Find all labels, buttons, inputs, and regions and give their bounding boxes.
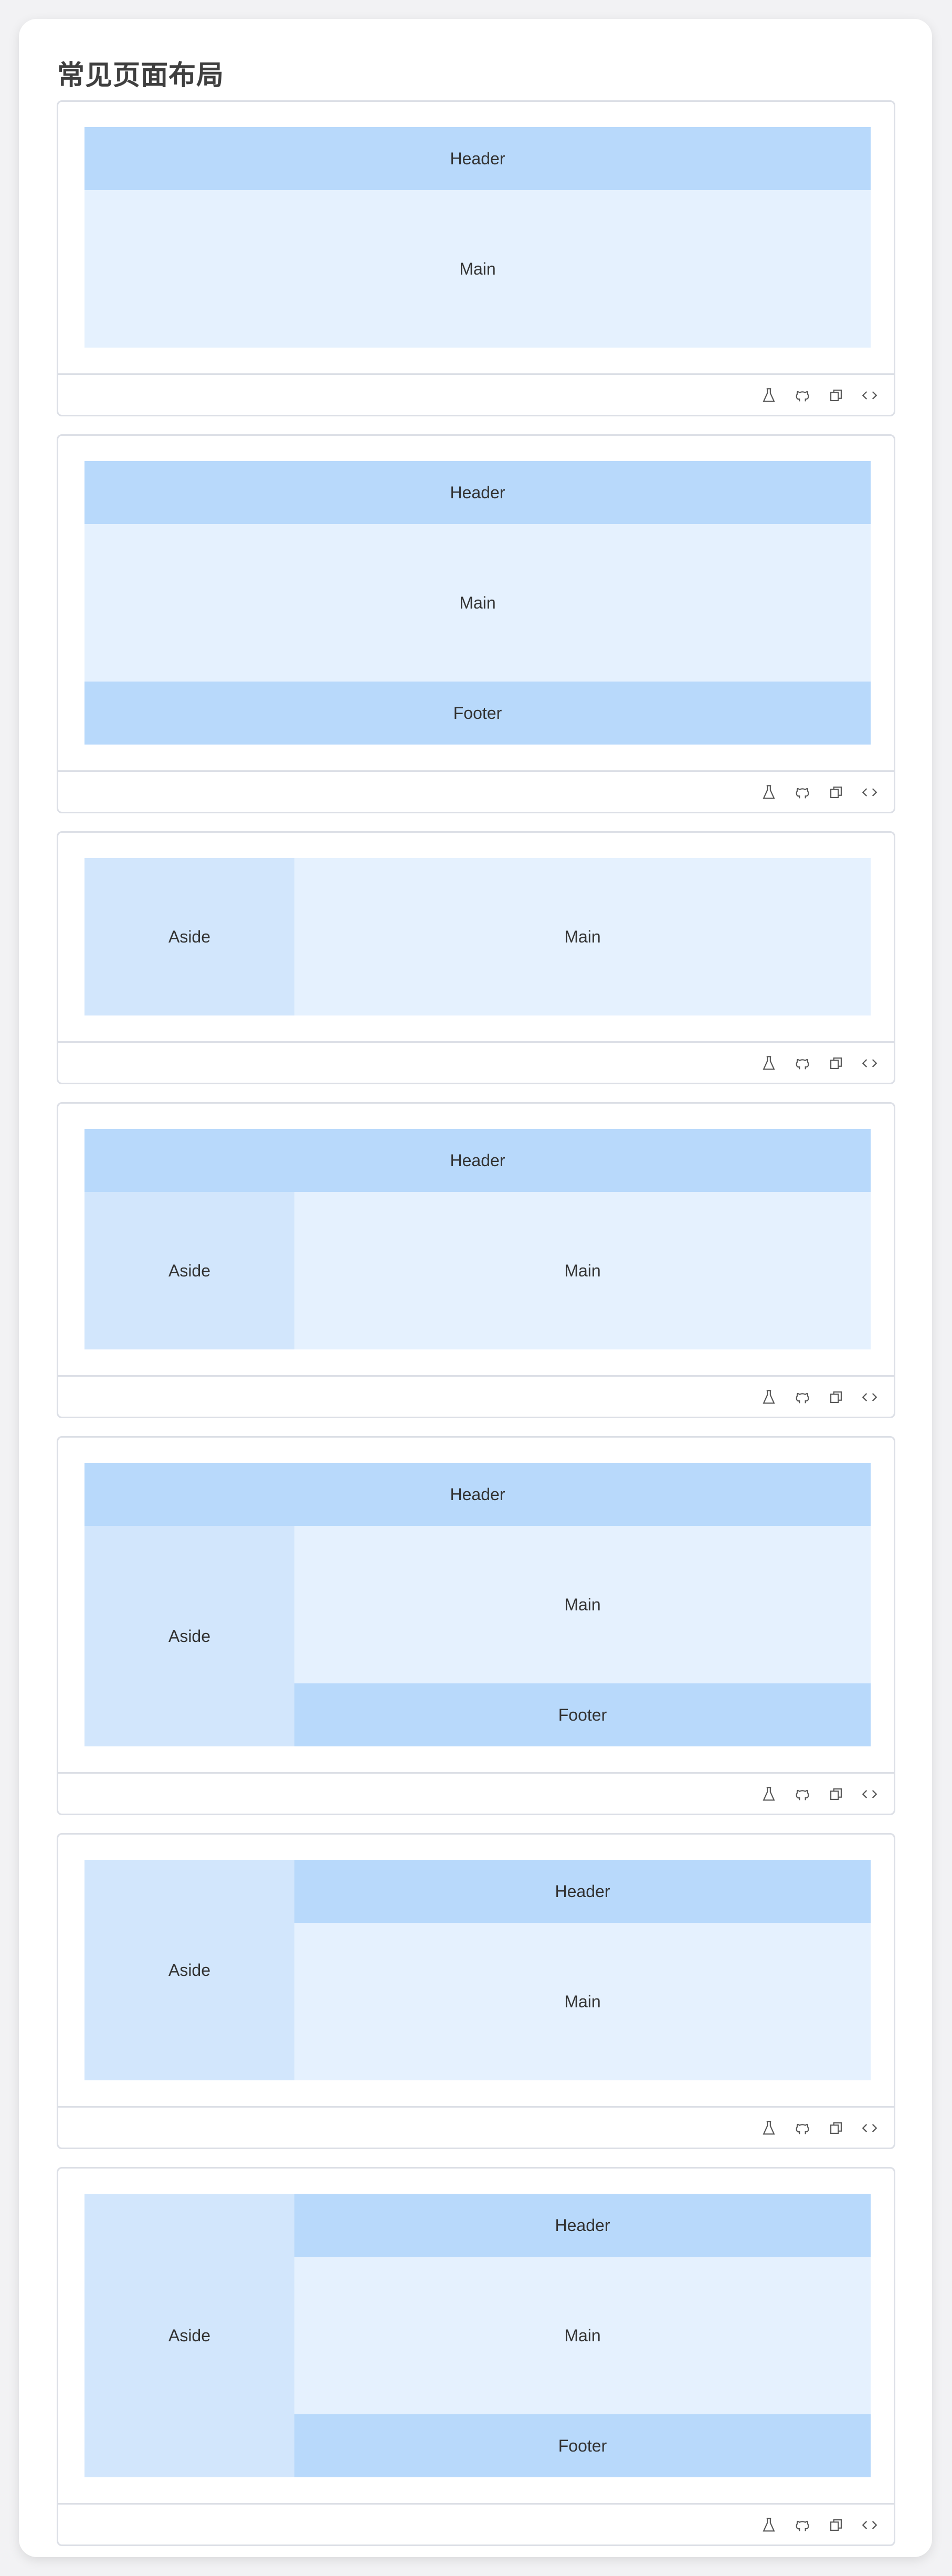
demo-block-aside-header-main: Aside Header Main (57, 1833, 895, 2149)
demo-toolbar (58, 770, 894, 812)
header-label: Header (555, 1881, 610, 1901)
flask-icon[interactable] (760, 1054, 778, 1072)
aside-label: Aside (168, 927, 211, 946)
copy-icon[interactable] (827, 1388, 845, 1406)
demo-toolbar (58, 373, 894, 415)
copy-icon[interactable] (827, 2119, 845, 2137)
demo-block-header-aside-main: Header Aside Main (57, 1102, 895, 1418)
page-card: 常见页面布局 Header Main Header Main Footer As… (19, 19, 932, 2557)
layout-header: Header (84, 1129, 871, 1192)
demo-preview: Aside Header Main (84, 1860, 871, 2080)
github-icon[interactable] (794, 2516, 811, 2534)
github-icon[interactable] (794, 783, 811, 801)
layout-header: Header (294, 1860, 871, 1923)
layout-main: Main (294, 1923, 871, 2080)
footer-label: Footer (453, 703, 502, 722)
layout-main: Main (294, 1192, 871, 1349)
demo-preview: Header Aside Main Footer (84, 1463, 871, 1746)
layout-header: Header (294, 2194, 871, 2257)
layout-aside: Aside (84, 1192, 294, 1349)
github-icon[interactable] (794, 2119, 811, 2137)
demo-block-aside-header-main-footer: Aside Header Main Footer (57, 2167, 895, 2546)
demo-block-header-aside-main-footer: Header Aside Main Footer (57, 1436, 895, 1815)
demo-preview: Header Main Footer (84, 461, 871, 745)
code-icon[interactable] (861, 2119, 879, 2137)
layout-aside: Aside (84, 1860, 294, 2080)
layout-main: Main (294, 1526, 871, 1683)
layout-main: Main (84, 524, 871, 682)
footer-label: Footer (558, 2436, 607, 2455)
layout-main: Main (294, 858, 871, 1015)
layout-header: Header (84, 461, 871, 524)
header-label: Header (450, 1484, 505, 1504)
demo-toolbar (58, 1772, 894, 1814)
layout-header: Header (84, 1463, 871, 1526)
code-icon[interactable] (861, 386, 879, 404)
copy-icon[interactable] (827, 783, 845, 801)
aside-label: Aside (168, 1626, 211, 1646)
layout-footer: Footer (294, 2414, 871, 2477)
flask-icon[interactable] (760, 386, 778, 404)
main-label: Main (564, 1992, 601, 2011)
layout-footer: Footer (294, 1683, 871, 1746)
main-label: Main (459, 593, 496, 612)
demo-toolbar (58, 2503, 894, 2544)
github-icon[interactable] (794, 1388, 811, 1406)
layout-main: Main (84, 190, 871, 348)
code-icon[interactable] (861, 1054, 879, 1072)
header-label: Header (450, 1150, 505, 1170)
demo-block-header-main: Header Main (57, 100, 895, 416)
code-icon[interactable] (861, 2516, 879, 2534)
footer-label: Footer (558, 1705, 607, 1724)
layout-aside: Aside (84, 858, 294, 1015)
flask-icon[interactable] (760, 1785, 778, 1803)
github-icon[interactable] (794, 1054, 811, 1072)
main-label: Main (564, 1595, 601, 1614)
flask-icon[interactable] (760, 1388, 778, 1406)
header-label: Header (450, 149, 505, 168)
layout-main: Main (294, 2257, 871, 2414)
main-label: Main (564, 927, 601, 946)
code-icon[interactable] (861, 783, 879, 801)
main-label: Main (564, 2326, 601, 2345)
aside-label: Aside (168, 1960, 211, 1980)
copy-icon[interactable] (827, 1785, 845, 1803)
copy-icon[interactable] (827, 1054, 845, 1072)
header-label: Header (555, 2215, 610, 2235)
demo-toolbar (58, 2106, 894, 2148)
copy-icon[interactable] (827, 2516, 845, 2534)
github-icon[interactable] (794, 1785, 811, 1803)
aside-label: Aside (168, 1261, 211, 1280)
code-icon[interactable] (861, 1785, 879, 1803)
demo-block-aside-main: Aside Main (57, 831, 895, 1084)
demo-toolbar (58, 1041, 894, 1083)
copy-icon[interactable] (827, 386, 845, 404)
aside-label: Aside (168, 2326, 211, 2345)
demo-preview: Header Main (84, 127, 871, 348)
flask-icon[interactable] (760, 2119, 778, 2137)
layout-footer: Footer (84, 682, 871, 745)
flask-icon[interactable] (760, 783, 778, 801)
code-icon[interactable] (861, 1388, 879, 1406)
github-icon[interactable] (794, 386, 811, 404)
layout-aside: Aside (84, 1526, 294, 1746)
layout-header: Header (84, 127, 871, 190)
demo-preview: Aside Header Main Footer (84, 2194, 871, 2477)
demo-toolbar (58, 1375, 894, 1417)
demo-preview: Header Aside Main (84, 1129, 871, 1349)
flask-icon[interactable] (760, 2516, 778, 2534)
header-label: Header (450, 483, 505, 502)
layout-aside: Aside (84, 2194, 294, 2477)
page-title: 常见页面布局 (57, 60, 225, 91)
main-label: Main (564, 1261, 601, 1280)
demo-block-header-main-footer: Header Main Footer (57, 434, 895, 813)
demo-preview: Aside Main (84, 858, 871, 1015)
main-label: Main (459, 259, 496, 278)
